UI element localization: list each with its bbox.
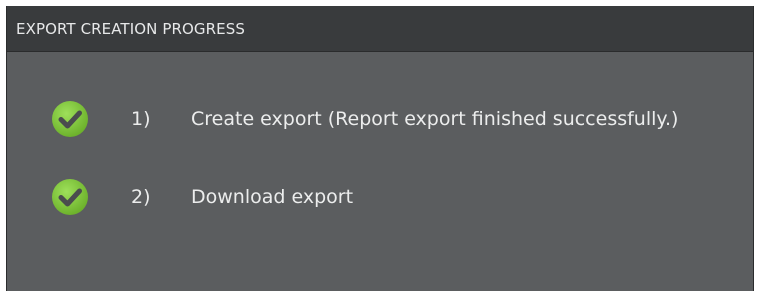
progress-step-create-export: 1) Create export (Report export finished…: [7, 97, 753, 141]
progress-step-download-export: 2) Download export: [7, 175, 753, 219]
export-progress-panel: EXPORT CREATION PROGRESS 1) Create expor…: [6, 6, 754, 291]
step-label: Create export (Report export finished su…: [191, 108, 679, 130]
panel-title: EXPORT CREATION PROGRESS: [16, 20, 245, 38]
check-circle-icon: [50, 99, 90, 139]
panel-header: EXPORT CREATION PROGRESS: [7, 6, 753, 52]
step-number: 2): [131, 186, 151, 208]
panel-body: 1) Create export (Report export finished…: [7, 52, 753, 291]
step-label: Download export: [191, 186, 354, 208]
step-number: 1): [131, 108, 151, 130]
check-circle-icon: [50, 177, 90, 217]
